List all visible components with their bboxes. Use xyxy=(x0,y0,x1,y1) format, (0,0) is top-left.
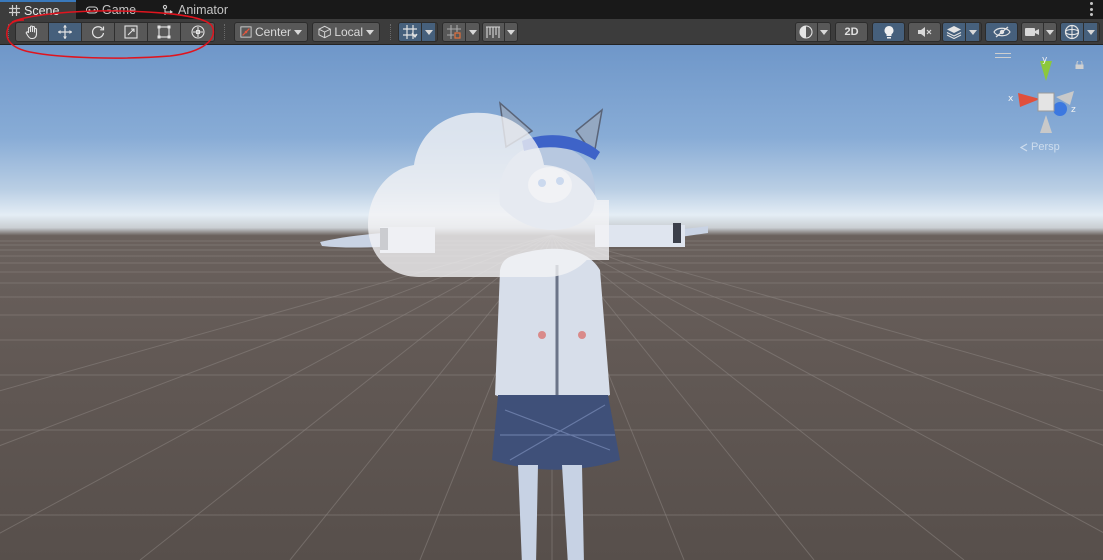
tab-game[interactable]: Game xyxy=(78,0,148,19)
animator-icon xyxy=(162,4,174,16)
chevron-down-icon[interactable] xyxy=(465,23,479,41)
toolbar-grip[interactable] xyxy=(8,24,10,40)
light-bulb-icon xyxy=(884,26,893,39)
gizmos-toggle[interactable] xyxy=(1060,22,1100,42)
speaker-muted-icon xyxy=(917,27,931,37)
chevron-down-icon[interactable] xyxy=(965,23,979,41)
pivot-mode-dropdown[interactable]: Center xyxy=(234,22,308,42)
scene-toolbar: Center Local 2D xyxy=(0,19,1103,45)
lighting-toggle-button[interactable] xyxy=(872,22,905,42)
chevron-down-icon[interactable] xyxy=(816,23,830,41)
chevron-down-icon xyxy=(366,29,374,35)
more-options-icon[interactable] xyxy=(1087,2,1095,16)
camera-icon xyxy=(1022,23,1043,41)
tab-animator[interactable]: Animator xyxy=(154,0,238,19)
grid-icon xyxy=(8,5,20,17)
align-icon xyxy=(483,23,504,41)
projection-label: Persp xyxy=(1031,141,1060,153)
toolbar-grip[interactable] xyxy=(224,24,226,40)
increment-snap-icon xyxy=(443,23,465,41)
pivot-mode-label: Center xyxy=(254,25,291,39)
chevron-down-icon[interactable] xyxy=(1083,23,1097,41)
rotate-tool-button[interactable] xyxy=(82,23,115,41)
transform-icon xyxy=(190,25,205,39)
rect-icon xyxy=(157,25,171,39)
scene-visibility-button[interactable] xyxy=(985,22,1018,42)
toolbar-grip[interactable] xyxy=(390,24,392,40)
projection-toggle[interactable]: Persp xyxy=(1020,141,1060,153)
audio-toggle-button[interactable] xyxy=(908,22,941,42)
layers-effects-icon xyxy=(943,23,965,41)
chevron-down-icon[interactable] xyxy=(421,23,435,41)
tab-scene[interactable]: Scene xyxy=(0,0,76,19)
transform-tools xyxy=(15,22,215,42)
pivot-center-icon xyxy=(240,26,252,38)
scale-tool-button[interactable] xyxy=(115,23,148,41)
gamepad-icon xyxy=(86,4,98,16)
gizmos-globe-icon xyxy=(1061,23,1083,41)
axis-y-label: y xyxy=(1042,55,1048,65)
axis-z-label: z xyxy=(1071,105,1076,115)
grid-snap-toggle[interactable] xyxy=(398,22,438,42)
draw-mode-dropdown[interactable] xyxy=(795,22,831,42)
hand-icon xyxy=(25,25,38,40)
chevron-left-icon xyxy=(1020,142,1028,152)
pivot-rotation-label: Local xyxy=(334,25,363,39)
tab-label: Game xyxy=(102,2,137,17)
hand-tool-button[interactable] xyxy=(16,23,49,41)
rotate-icon xyxy=(91,26,105,39)
2d-label: 2D xyxy=(844,26,859,38)
local-cube-icon xyxy=(318,25,331,39)
camera-settings-dropdown[interactable] xyxy=(1021,22,1057,42)
increment-snap-toggle[interactable] xyxy=(442,22,480,42)
2d-toggle-button[interactable]: 2D xyxy=(835,22,868,42)
align-tools-toggle[interactable] xyxy=(482,22,518,42)
rect-tool-button[interactable] xyxy=(148,23,181,41)
scale-icon xyxy=(124,25,138,39)
effects-toggle[interactable] xyxy=(942,22,982,42)
transform-tool-button[interactable] xyxy=(181,23,214,41)
axis-x-label: x xyxy=(1008,94,1014,104)
eye-hidden-icon xyxy=(992,26,1011,38)
tab-label: Animator xyxy=(178,2,229,17)
move-icon xyxy=(58,25,72,39)
grid-snap-icon xyxy=(399,23,421,41)
chevron-down-icon xyxy=(294,29,302,35)
shading-mode-icon xyxy=(796,23,817,41)
pivot-rotation-dropdown[interactable]: Local xyxy=(312,22,380,42)
scene-viewport[interactable]: y x z Persp xyxy=(0,45,1103,560)
cloud-icon xyxy=(368,112,609,277)
chevron-down-icon[interactable] xyxy=(503,23,517,41)
tab-bar: Scene Game Animator xyxy=(0,0,1103,19)
move-tool-button[interactable] xyxy=(49,23,82,41)
chevron-down-icon[interactable] xyxy=(1042,23,1056,41)
tab-label: Scene xyxy=(24,3,60,18)
